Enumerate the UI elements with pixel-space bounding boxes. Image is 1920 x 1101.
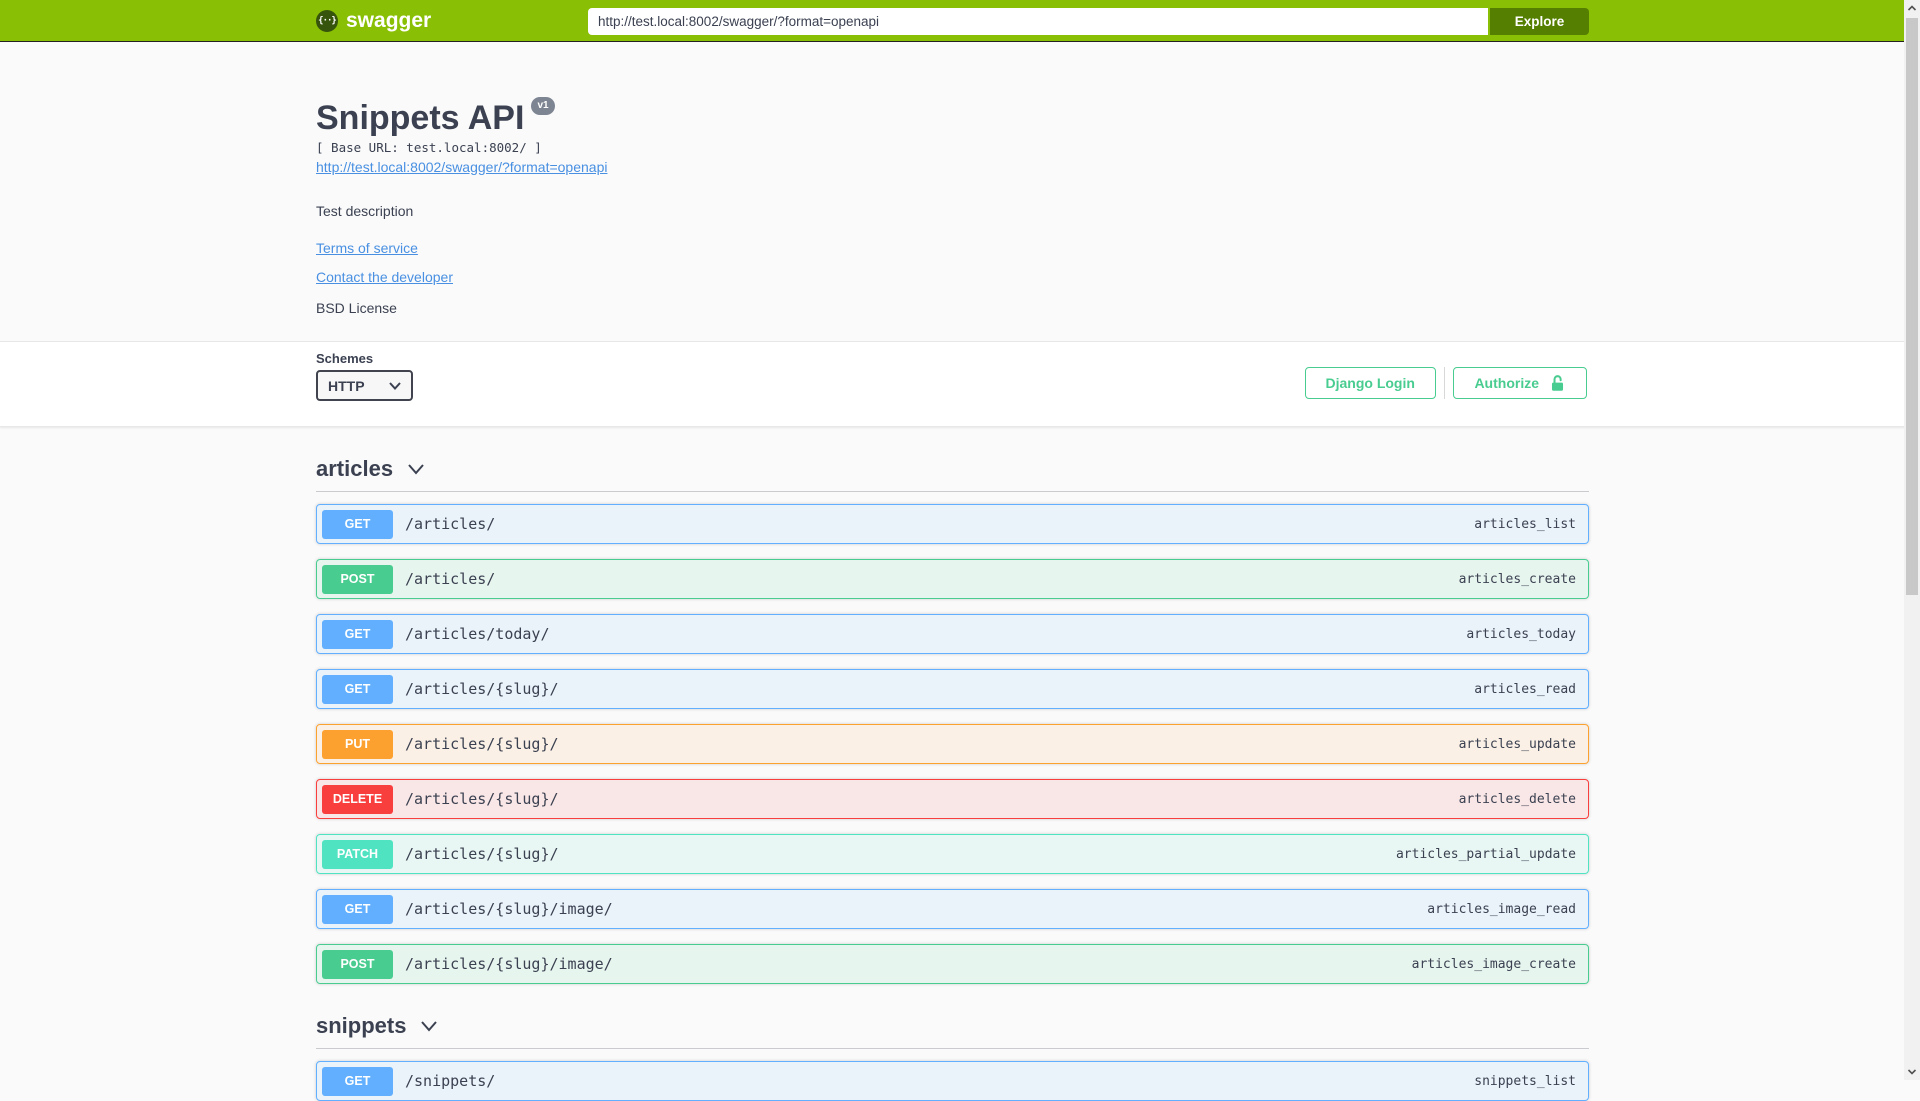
operation-id: articles_update <box>1458 736 1576 752</box>
operation-row[interactable]: GET /snippets/ snippets_list <box>316 1061 1589 1101</box>
operation-id: snippets_list <box>1474 1073 1576 1089</box>
info-section: Snippets API v1 [ Base URL: test.local:8… <box>0 42 1920 342</box>
operation-row[interactable]: GET /articles/{slug}/ articles_read <box>316 669 1589 709</box>
operation-row[interactable]: GET /articles/{slug}/image/ articles_ima… <box>316 889 1589 929</box>
unlock-icon <box>1549 374 1566 393</box>
sections: articles GET /articles/ articles_list PO… <box>316 456 1589 1101</box>
license-text: BSD License <box>316 300 397 316</box>
tag-section: articles GET /articles/ articles_list PO… <box>316 456 1589 984</box>
section-title: articles <box>316 456 394 481</box>
operation-id: articles_image_create <box>1411 956 1576 972</box>
operation-id: articles_today <box>1466 626 1576 642</box>
auth-wrapper: Django Login Authorize <box>1304 367 1587 399</box>
chevron-down-icon <box>389 381 401 390</box>
operation-row[interactable]: POST /articles/{slug}/image/ articles_im… <box>316 944 1589 984</box>
operation-list: GET /articles/ articles_list POST /artic… <box>316 504 1589 984</box>
brand-text: swagger <box>346 9 432 32</box>
operation-id: articles_list <box>1474 516 1576 532</box>
operation-path: /articles/{slug}/ <box>405 735 559 753</box>
chevron-down-icon <box>408 463 424 475</box>
method-badge: GET <box>322 619 393 649</box>
scroll-up-button[interactable] <box>1904 0 1920 17</box>
base-url: [ Base URL: test.local:8002/ ] <box>316 140 542 155</box>
download-url-form: Explore <box>588 8 1589 35</box>
method-badge: GET <box>322 1066 393 1096</box>
operation-path: /articles/{slug}/ <box>405 790 559 808</box>
api-title-text: Snippets API <box>316 99 525 137</box>
swagger-logo-icon: {··} <box>316 10 338 32</box>
django-login-button[interactable]: Django Login <box>1304 367 1436 399</box>
method-badge: POST <box>322 564 393 594</box>
contact-developer-link[interactable]: Contact the developer <box>316 269 453 286</box>
django-login-label: Django Login <box>1325 375 1415 391</box>
operation-path: /articles/{slug}/image/ <box>405 900 613 918</box>
operation-row[interactable]: POST /articles/ articles_create <box>316 559 1589 599</box>
scroll-down-button[interactable] <box>1904 1063 1920 1080</box>
vertical-scrollbar <box>1904 0 1920 1080</box>
operation-path: /articles/today/ <box>405 625 550 643</box>
tag-header[interactable]: snippets <box>316 1013 1589 1049</box>
method-badge: PUT <box>322 729 393 759</box>
method-badge: GET <box>322 674 393 704</box>
operation-id: articles_delete <box>1458 791 1576 807</box>
terms-of-service-link[interactable]: Terms of service <box>316 240 418 257</box>
operation-path: /articles/ <box>405 570 496 588</box>
operation-path: /articles/{slug}/image/ <box>405 955 613 973</box>
method-badge: DELETE <box>322 784 393 814</box>
version-badge: v1 <box>531 97 555 115</box>
explore-button[interactable]: Explore <box>1490 8 1589 35</box>
url-input[interactable] <box>588 8 1488 35</box>
scrollbar-thumb[interactable] <box>1906 18 1918 595</box>
page-title: Snippets API v1 <box>316 97 555 137</box>
operation-id: articles_partial_update <box>1395 846 1576 862</box>
topbar: {··} swagger Explore <box>0 0 1920 42</box>
authorize-label: Authorize <box>1474 375 1539 391</box>
operation-row[interactable]: DELETE /articles/{slug}/ articles_delete <box>316 779 1589 819</box>
spec-link[interactable]: http://test.local:8002/swagger/?format=o… <box>316 159 607 176</box>
schemes-selected-value: HTTP <box>328 377 365 394</box>
operation-path: /snippets/ <box>405 1072 496 1090</box>
operation-row[interactable]: PATCH /articles/{slug}/ articles_partial… <box>316 834 1589 874</box>
authorize-button[interactable]: Authorize <box>1453 367 1587 399</box>
operation-row[interactable]: GET /articles/ articles_list <box>316 504 1589 544</box>
method-badge: POST <box>322 949 393 979</box>
operation-row[interactable]: PUT /articles/{slug}/ articles_update <box>316 724 1589 764</box>
operation-path: /articles/ <box>405 515 496 533</box>
operation-path: /articles/{slug}/ <box>405 845 559 863</box>
schemes-label: Schemes <box>316 351 374 366</box>
api-description: Test description <box>316 203 414 219</box>
schemes-select[interactable]: HTTP <box>316 370 413 401</box>
section-title: snippets <box>316 1013 407 1038</box>
tag-header[interactable]: articles <box>316 456 1589 492</box>
operation-list: GET /snippets/ snippets_list <box>316 1061 1589 1101</box>
method-badge: PATCH <box>322 839 393 869</box>
method-badge: GET <box>322 509 393 539</box>
chevron-down-icon <box>421 1020 438 1032</box>
scroll-down-icon <box>1907 1069 1917 1075</box>
swagger-brand-link[interactable]: {··} swagger <box>316 0 431 42</box>
operation-id: articles_image_read <box>1427 901 1576 917</box>
scheme-container: Schemes HTTP Django Login Authorize <box>0 342 1920 427</box>
operation-id: articles_read <box>1474 681 1576 697</box>
method-badge: GET <box>322 894 393 924</box>
scroll-up-icon <box>1907 5 1917 11</box>
operation-row[interactable]: GET /articles/today/ articles_today <box>316 614 1589 654</box>
auth-divider <box>1443 367 1446 399</box>
operation-path: /articles/{slug}/ <box>405 680 559 698</box>
tag-section: snippets GET /snippets/ snippets_list <box>316 1013 1589 1101</box>
operation-id: articles_create <box>1458 571 1576 587</box>
